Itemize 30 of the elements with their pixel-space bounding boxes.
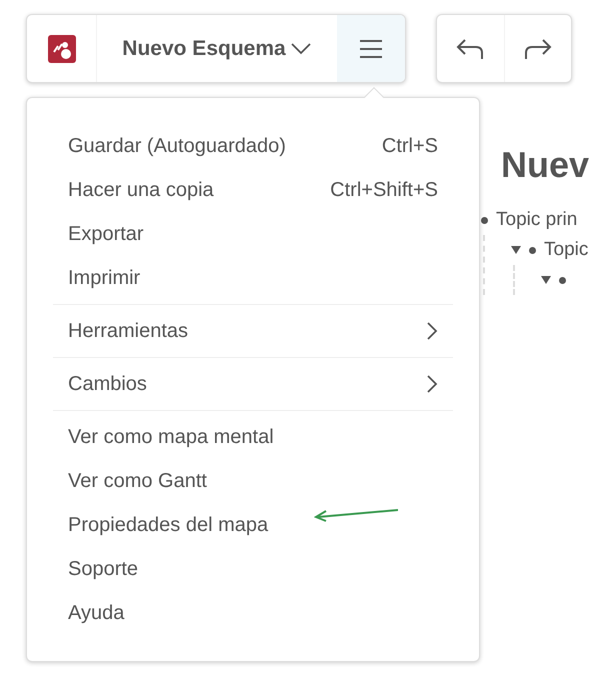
chevron-right-icon	[426, 374, 438, 394]
chevron-right-icon	[426, 321, 438, 341]
menu-icon	[360, 40, 382, 58]
bullet-icon	[559, 276, 566, 284]
menu-item[interactable]: Exportar	[53, 212, 453, 256]
topic-text[interactable]: Topic	[544, 236, 588, 264]
shortcut-text: Ctrl+S	[382, 134, 438, 159]
triangle-icon[interactable]	[541, 276, 551, 284]
menu-item[interactable]: Imprimir	[53, 256, 453, 300]
menu-item[interactable]: Herramientas	[53, 309, 453, 353]
shortcut-text: Ctrl+Shift+S	[330, 178, 438, 203]
menu-item[interactable]: Propiedades del mapa	[53, 503, 453, 547]
undo-icon	[456, 38, 484, 60]
triangle-icon[interactable]	[511, 246, 521, 254]
menu-item[interactable]: Ver como Gantt	[53, 459, 453, 503]
menu-item[interactable]: Soporte	[53, 547, 453, 591]
logo-icon[interactable]	[48, 34, 76, 62]
menu-item[interactable]: Hacer una copia Ctrl+Shift+S	[53, 168, 453, 212]
menu-item[interactable]: Ver como mapa mental	[53, 415, 453, 459]
menu-item[interactable]: Cambios	[53, 362, 453, 406]
bullet-icon	[529, 246, 536, 254]
topic-text[interactable]: Topic prin	[496, 206, 578, 234]
document-title-button[interactable]: Nuevo Esquema	[97, 15, 337, 82]
menu-item[interactable]: Guardar (Autoguardado) Ctrl+S	[53, 124, 453, 168]
menu-button[interactable]	[337, 15, 405, 82]
outline-title[interactable]: Nuev	[480, 147, 600, 183]
chevron-down-icon	[290, 42, 312, 56]
menu-item[interactable]: Ayuda	[53, 591, 453, 635]
redo-icon	[524, 38, 552, 60]
bullet-icon	[481, 216, 488, 224]
